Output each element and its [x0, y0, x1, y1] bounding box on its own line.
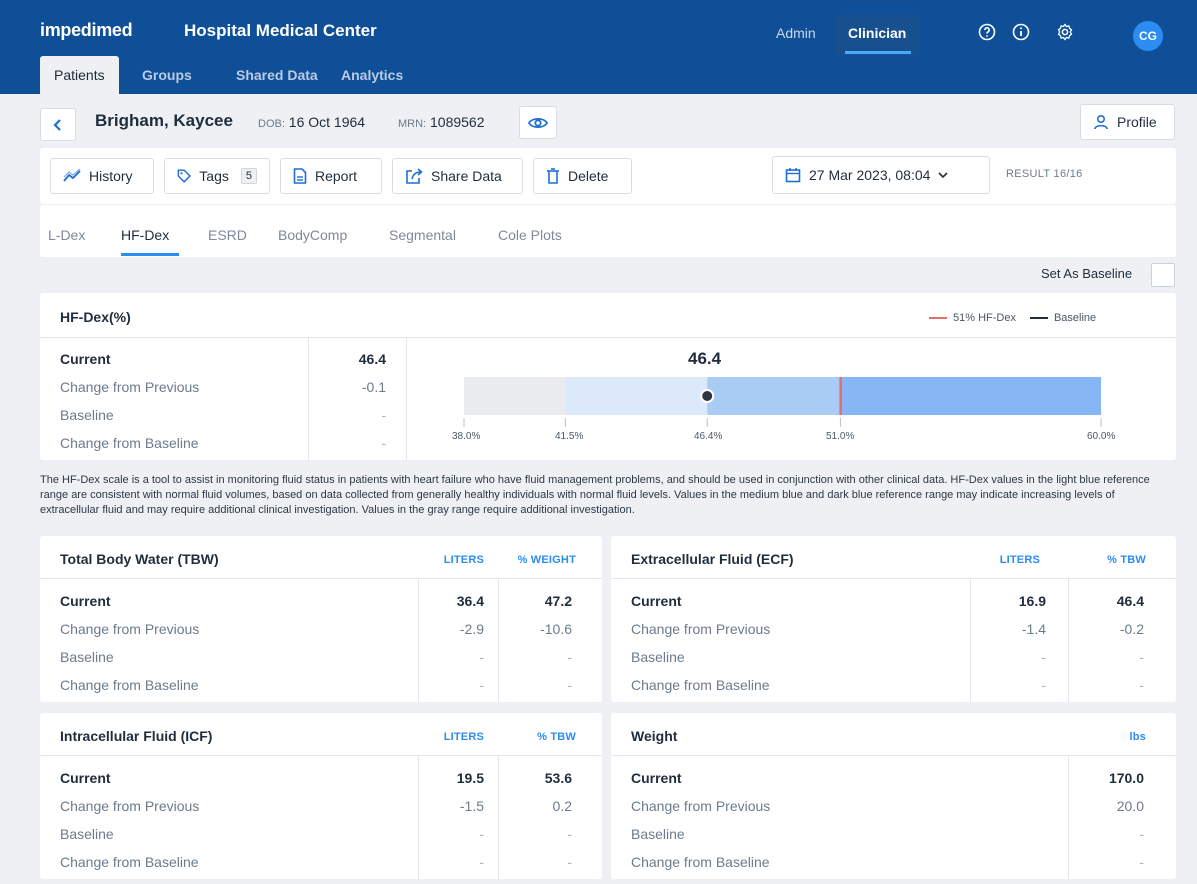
tbw-weight-baseline: - [567, 649, 572, 665]
divider [498, 755, 499, 879]
tbw-row-current: Current [60, 593, 111, 609]
tbw-liters-change-prev: -2.9 [459, 621, 484, 637]
weight-row-change-baseline: Change from Baseline [631, 854, 770, 870]
icf-col-liters: LITERS [443, 731, 484, 743]
ecf-liters-change-prev: -1.4 [1021, 621, 1046, 637]
divider [611, 755, 1176, 756]
tbw-row-baseline: Baseline [60, 649, 114, 665]
ecf-title: Extracellular Fluid (ECF) [631, 551, 794, 567]
weight-lbs-current: 170.0 [1108, 770, 1144, 786]
weight-lbs-change-prev: 20.0 [1116, 798, 1144, 814]
ecf-col-tbw: % TBW [1107, 554, 1146, 566]
icf-row-current: Current [60, 770, 111, 786]
gauge-threshold-line [839, 377, 842, 415]
tbw-row-change-prev: Change from Previous [60, 621, 200, 637]
tbw-col-weight: % WEIGHT [517, 554, 576, 566]
tbw-weight-current: 47.2 [544, 593, 572, 609]
ecf-liters-baseline: - [1041, 649, 1046, 665]
tbw-liters-baseline: - [479, 649, 484, 665]
gauge-medium-blue-range [707, 377, 841, 415]
icf-tbw-baseline: - [567, 826, 572, 842]
icf-row-baseline: Baseline [60, 826, 114, 842]
icf-liters-change-baseline: - [479, 854, 484, 870]
weight-title: Weight [631, 728, 678, 744]
ecf-tbw-baseline: - [1139, 649, 1144, 665]
hfdex-description: The HF-Dex scale is a tool to assist in … [40, 474, 1150, 516]
icf-tbw-change-prev: 0.2 [552, 798, 572, 814]
icf-row-change-prev: Change from Previous [60, 798, 200, 814]
divider [611, 578, 1176, 579]
weight-row-change-prev: Change from Previous [631, 798, 771, 814]
gauge-current-marker [700, 389, 715, 403]
weight-lbs-change-baseline: - [1139, 854, 1144, 870]
icf-liters-change-prev: -1.5 [459, 798, 484, 814]
divider [970, 578, 971, 702]
divider [40, 755, 602, 756]
gauge-tick-label: 38.0% [452, 431, 481, 442]
tbw-liters-current: 36.4 [456, 593, 484, 609]
tbw-col-liters: LITERS [443, 554, 484, 566]
icf-col-tbw: % TBW [537, 731, 576, 743]
gauge-dark-blue-range [840, 377, 1101, 415]
gauge-tick-label: 46.4% [694, 431, 723, 442]
icf-tbw-current: 53.6 [544, 770, 572, 786]
ecf-col-liters: LITERS [999, 554, 1040, 566]
weight-row-baseline: Baseline [631, 826, 685, 842]
ecf-row-baseline: Baseline [631, 649, 685, 665]
tbw-liters-change-baseline: - [479, 677, 484, 693]
ecf-row-change-prev: Change from Previous [631, 621, 771, 637]
ecf-tbw-change-baseline: - [1139, 677, 1144, 693]
divider [1068, 755, 1069, 879]
gauge-light-blue-range [565, 377, 708, 415]
tbw-weight-change-prev: -10.6 [540, 621, 572, 637]
divider [418, 755, 419, 879]
divider [418, 578, 419, 702]
weight-lbs-baseline: - [1139, 826, 1144, 842]
icf-liters-baseline: - [479, 826, 484, 842]
ecf-row-current: Current [631, 593, 682, 609]
icf-title: Intracellular Fluid (ICF) [60, 728, 213, 744]
icf-liters-current: 19.5 [456, 770, 484, 786]
divider [40, 578, 602, 579]
divider [1068, 578, 1069, 702]
weight-col-lbs: lbs [1129, 731, 1146, 743]
tbw-weight-change-baseline: - [567, 677, 572, 693]
icf-tbw-change-baseline: - [567, 854, 572, 870]
weight-row-current: Current [631, 770, 682, 786]
divider [498, 578, 499, 702]
tbw-title: Total Body Water (TBW) [60, 551, 219, 567]
ecf-tbw-change-prev: -0.2 [1119, 621, 1144, 637]
ecf-liters-current: 16.9 [1018, 593, 1046, 609]
ecf-row-change-baseline: Change from Baseline [631, 677, 770, 693]
gauge-tick-label: 60.0% [1087, 431, 1116, 442]
gauge-tick-label: 51.0% [826, 431, 855, 442]
ecf-tbw-current: 46.4 [1116, 593, 1144, 609]
gauge-gray-range [464, 377, 566, 415]
gauge-tick-label: 41.5% [555, 431, 584, 442]
ecf-liters-change-baseline: - [1041, 677, 1046, 693]
tbw-row-change-baseline: Change from Baseline [60, 677, 199, 693]
icf-row-change-baseline: Change from Baseline [60, 854, 199, 870]
